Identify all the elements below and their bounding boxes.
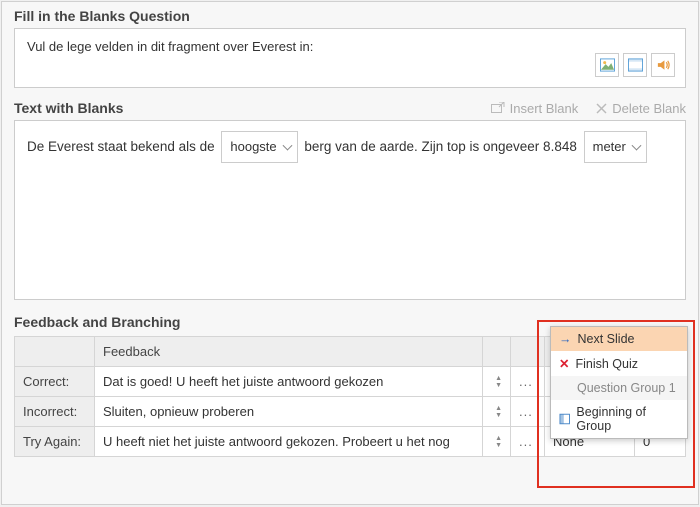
add-audio-button[interactable]: [651, 53, 675, 77]
image-icon: [600, 58, 615, 72]
question-section-title: Fill in the Blanks Question: [14, 8, 190, 24]
question-section-header: Fill in the Blanks Question: [2, 2, 698, 28]
menu-item-next-slide[interactable]: → Next Slide: [551, 327, 687, 351]
delete-blank-icon: [596, 103, 607, 114]
blank-dropdown-2[interactable]: meter: [584, 131, 647, 163]
feedback-text-correct[interactable]: Dat is goed! U heeft het juiste antwoord…: [95, 367, 483, 397]
close-icon: ✕: [559, 356, 569, 371]
text-with-blanks-title: Text with Blanks: [14, 100, 123, 116]
more-button-tryagain[interactable]: ...: [511, 427, 545, 457]
menu-item-beginning-of-group[interactable]: Beginning of Group: [551, 400, 687, 438]
audio-icon: [656, 58, 671, 72]
blank-text-part-1: De Everest staat bekend als de: [27, 139, 215, 154]
blanks-text-box[interactable]: De Everest staat bekend als de hoogste b…: [14, 120, 686, 300]
insert-blank-icon: [491, 102, 505, 114]
branching-dropdown-menu: → Next Slide ✕ Finish Quiz Question Grou…: [550, 326, 688, 439]
stepper-correct[interactable]: ▲▼: [483, 367, 511, 397]
stepper-tryagain[interactable]: ▲▼: [483, 427, 511, 457]
arrow-right-icon: →: [559, 332, 572, 346]
video-icon: [628, 58, 643, 72]
blank-actions: Insert Blank Delete Blank: [491, 101, 686, 116]
empty-header: [15, 337, 95, 367]
question-text-box[interactable]: Vul de lege velden in dit fragment over …: [14, 28, 686, 88]
more-button-incorrect[interactable]: ...: [511, 397, 545, 427]
feedback-text-tryagain[interactable]: U heeft niet het juiste antwoord gekozen…: [95, 427, 483, 457]
feedback-text-incorrect[interactable]: Sluiten, opnieuw proberen: [95, 397, 483, 427]
question-editor-panel: Fill in the Blanks Question Vul de lege …: [1, 1, 699, 505]
row-label-incorrect: Incorrect:: [15, 397, 95, 427]
row-label-correct: Correct:: [15, 367, 95, 397]
menu-group-header: Question Group 1: [551, 376, 687, 400]
stepper-incorrect[interactable]: ▲▼: [483, 397, 511, 427]
text-with-blanks-header: Text with Blanks Insert Blank Delete Bla…: [2, 100, 698, 120]
add-image-button[interactable]: [595, 53, 619, 77]
row-label-tryagain: Try Again:: [15, 427, 95, 457]
stepper-col-header: [483, 337, 511, 367]
question-text: Vul de lege velden in dit fragment over …: [27, 39, 313, 54]
group-start-icon: [559, 413, 570, 425]
feedback-col-header: Feedback: [95, 337, 483, 367]
more-col-header: [511, 337, 545, 367]
blank-text-part-2: berg van de aarde. Zijn top is ongeveer …: [304, 139, 576, 154]
blank-dropdown-1[interactable]: hoogste: [221, 131, 297, 163]
insert-blank-button[interactable]: Insert Blank: [491, 101, 579, 116]
more-button-correct[interactable]: ...: [511, 367, 545, 397]
add-video-button[interactable]: [623, 53, 647, 77]
menu-item-finish-quiz[interactable]: ✕ Finish Quiz: [551, 351, 687, 376]
media-buttons: [595, 53, 675, 77]
delete-blank-button[interactable]: Delete Blank: [596, 101, 686, 116]
